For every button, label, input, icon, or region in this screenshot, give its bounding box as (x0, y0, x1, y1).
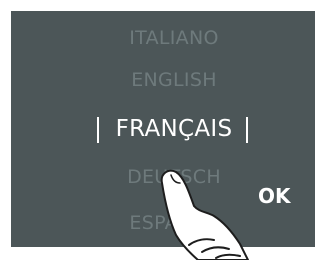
language-option-espanol[interactable]: ESPAÑOL (11, 212, 315, 234)
language-option-francais[interactable]: FRANÇAIS (11, 116, 315, 142)
language-option-english[interactable]: ENGLISH (11, 69, 315, 91)
language-selection-screen: ITALIANO ENGLISH FRANÇAIS DEUTSCH ESPAÑO… (11, 11, 315, 247)
ok-button[interactable]: OK (258, 185, 291, 207)
language-option-italiano[interactable]: ITALIANO (11, 27, 315, 49)
language-list: ITALIANO ENGLISH FRANÇAIS DEUTSCH ESPAÑO… (11, 11, 315, 247)
selection-marker-right (246, 117, 248, 143)
